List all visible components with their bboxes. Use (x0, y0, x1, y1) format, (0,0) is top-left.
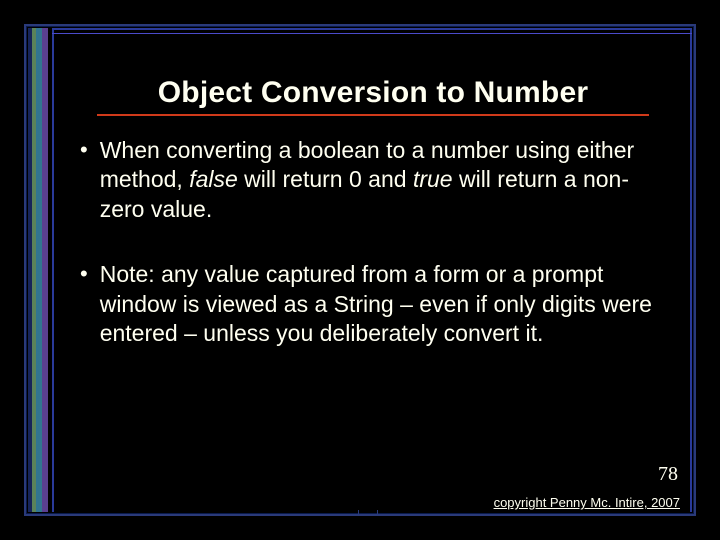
bullet-text: Note: any value captured from a form or … (100, 260, 660, 348)
copyright-text: copyright Penny Mc. Intire, 2007 (494, 495, 680, 510)
border-left-stripe (28, 28, 50, 512)
slide: Object Conversion to Number • When conve… (18, 18, 702, 522)
bullet-dot-icon: • (80, 136, 88, 224)
italic-keyword: true (413, 166, 453, 192)
text-segment: Note: any value captured from a form or … (100, 261, 652, 346)
slide-title: Object Conversion to Number (78, 76, 668, 110)
title-underline (97, 114, 649, 116)
bullet-dot-icon: • (80, 260, 88, 348)
border-bottom-notch (358, 510, 378, 516)
bullet-text: When converting a boolean to a number us… (100, 136, 660, 224)
text-segment: will return 0 and (238, 166, 413, 192)
bullet-item: • When converting a boolean to a number … (80, 136, 660, 224)
title-block: Object Conversion to Number (78, 76, 668, 116)
page-number: 78 (658, 463, 678, 486)
italic-keyword: false (189, 166, 238, 192)
bullet-item: • Note: any value captured from a form o… (80, 260, 660, 348)
border-top-accent (52, 33, 692, 34)
slide-body: • When converting a boolean to a number … (80, 136, 660, 385)
